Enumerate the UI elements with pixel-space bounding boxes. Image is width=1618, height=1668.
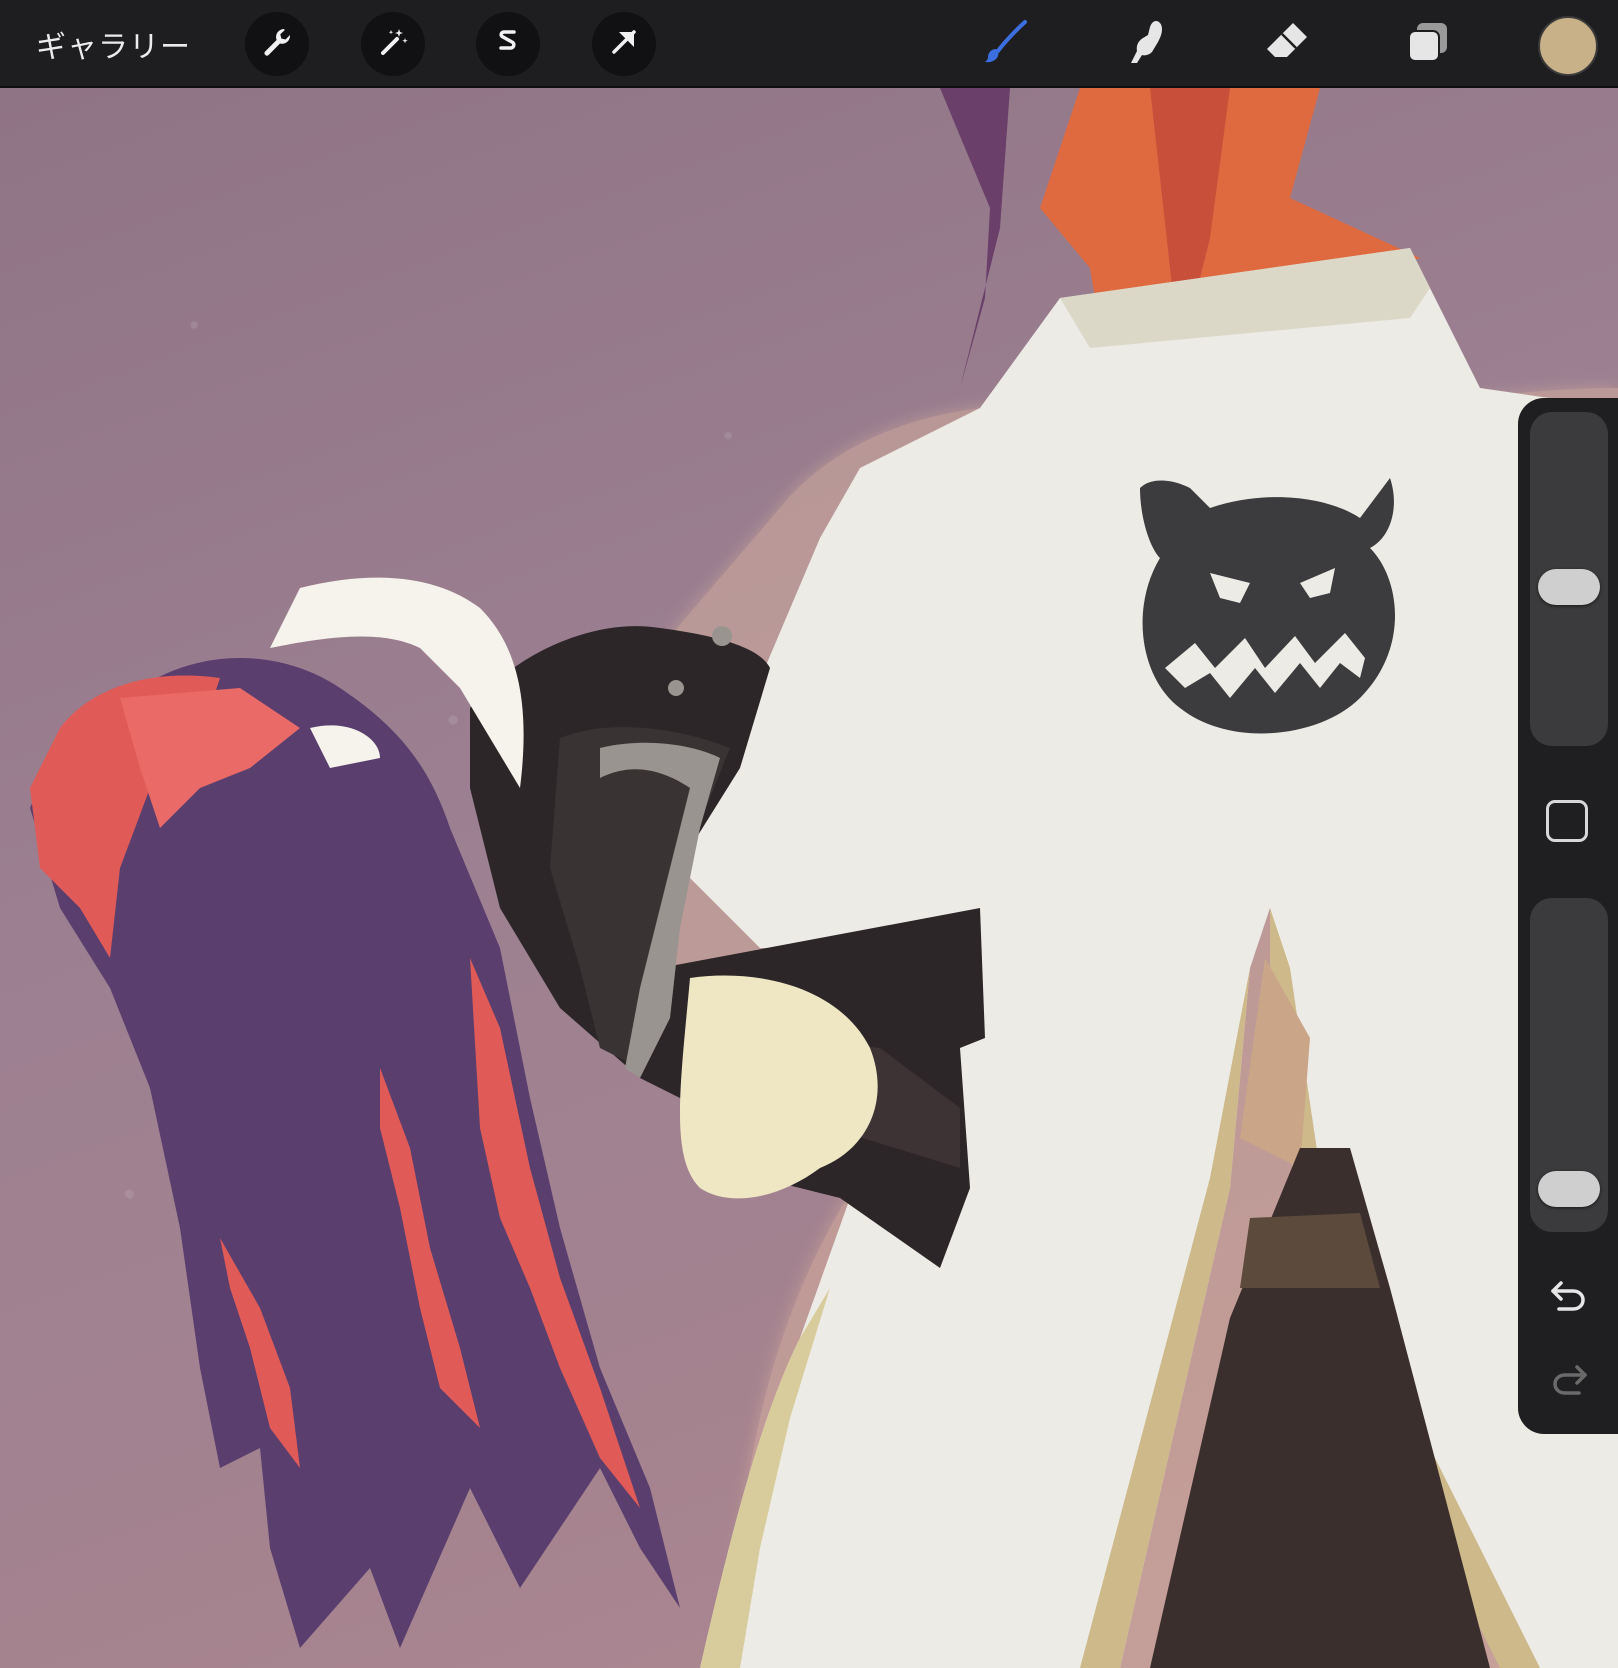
redo-icon [1547,1355,1591,1403]
color-picker-swatch[interactable] [1538,16,1598,76]
modify-button[interactable] [1546,800,1588,842]
top-toolbar: ギャラリー [0,0,1618,88]
opacity-slider[interactable] [1530,898,1608,1232]
eraser-tool[interactable] [1258,14,1318,74]
transform-arrow-icon [606,24,642,64]
selection-button[interactable] [476,12,540,76]
wrench-icon [259,24,295,64]
brush-size-thumb[interactable] [1538,569,1600,606]
undo-button[interactable] [1544,1270,1594,1320]
actions-button[interactable] [245,12,309,76]
gallery-button[interactable]: ギャラリー [36,22,191,66]
selection-s-icon [490,24,526,64]
redo-button[interactable] [1544,1354,1594,1404]
brush-size-slider[interactable] [1530,412,1608,746]
demon-emblem [1140,478,1395,734]
brush-slider-panel [1518,398,1618,1434]
layers-tool[interactable] [1398,14,1458,74]
smudge-tool[interactable] [1118,14,1178,74]
magic-wand-icon [375,24,411,64]
undo-icon [1547,1271,1591,1319]
drawing-canvas[interactable] [0,88,1618,1668]
eraser-icon [1263,17,1313,71]
smudge-icon [1123,17,1173,71]
layers-icon [1403,17,1453,71]
adjustments-button[interactable] [361,12,425,76]
artwork [30,88,1618,1668]
transform-button[interactable] [592,12,656,76]
brush-icon [981,17,1031,71]
brush-tool[interactable] [976,14,1036,74]
opacity-thumb[interactable] [1538,1171,1600,1208]
